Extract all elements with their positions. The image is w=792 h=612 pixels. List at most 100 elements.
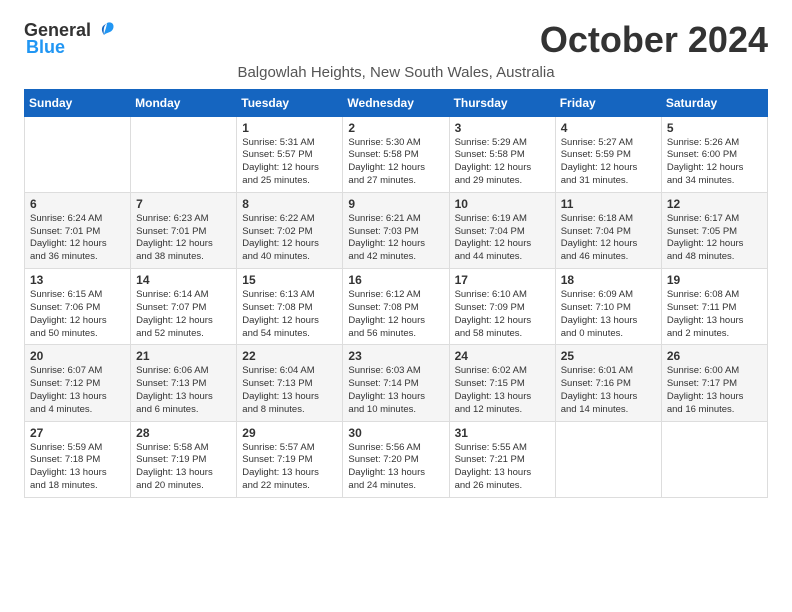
day-number: 15 bbox=[242, 273, 337, 287]
day-info: Sunrise: 5:29 AM Sunset: 5:58 PM Dayligh… bbox=[455, 137, 550, 188]
calendar-cell: 1Sunrise: 5:31 AM Sunset: 5:57 PM Daylig… bbox=[237, 116, 343, 192]
day-number: 10 bbox=[455, 197, 550, 211]
day-number: 25 bbox=[561, 349, 656, 363]
logo: General Blue bbox=[24, 20, 115, 58]
day-number: 2 bbox=[348, 121, 443, 135]
day-info: Sunrise: 6:04 AM Sunset: 7:13 PM Dayligh… bbox=[242, 365, 337, 416]
day-number: 14 bbox=[136, 273, 231, 287]
day-number: 11 bbox=[561, 197, 656, 211]
logo-bird-icon bbox=[93, 19, 115, 41]
day-info: Sunrise: 5:27 AM Sunset: 5:59 PM Dayligh… bbox=[561, 137, 656, 188]
day-number: 22 bbox=[242, 349, 337, 363]
calendar-cell: 21 Sunrise: 6:06 AM Sunset: 7:13 PM Dayli… bbox=[131, 345, 237, 421]
day-info: Sunrise: 6:10 AM Sunset: 7:09 PM Dayligh… bbox=[455, 289, 550, 340]
day-number: 16 bbox=[348, 273, 443, 287]
day-number: 17 bbox=[455, 273, 550, 287]
calendar-cell: 7Sunrise: 6:23 AM Sunset: 7:01 PM Daylig… bbox=[131, 192, 237, 268]
day-info: Sunrise: 6:07 AM Sunset: 7:12 PM Dayligh… bbox=[30, 365, 125, 416]
weekday-header-tuesday: Tuesday bbox=[237, 89, 343, 116]
day-info: Sunrise: 6:15 AM Sunset: 7:06 PM Dayligh… bbox=[30, 289, 125, 340]
day-number: 8 bbox=[242, 197, 337, 211]
calendar-cell: 26 Sunrise: 6:00 AM Sunset: 7:17 PM Dayli… bbox=[661, 345, 767, 421]
day-number: 4 bbox=[561, 121, 656, 135]
month-title: October 2024 bbox=[540, 20, 768, 60]
day-info: Sunrise: 5:31 AM Sunset: 5:57 PM Dayligh… bbox=[242, 137, 337, 188]
day-number: 19 bbox=[667, 273, 762, 287]
day-number: 12 bbox=[667, 197, 762, 211]
calendar-cell: 13 Sunrise: 6:15 AM Sunset: 7:06 PM Dayli… bbox=[25, 269, 131, 345]
day-number: 5 bbox=[667, 121, 762, 135]
day-info: Sunrise: 5:59 AM Sunset: 7:18 PM Dayligh… bbox=[30, 442, 125, 493]
logo-blue: Blue bbox=[26, 37, 65, 58]
calendar-cell: 10 Sunrise: 6:19 AM Sunset: 7:04 PM Dayli… bbox=[449, 192, 555, 268]
day-info: Sunrise: 5:56 AM Sunset: 7:20 PM Dayligh… bbox=[348, 442, 443, 493]
day-info: Sunrise: 6:21 AM Sunset: 7:03 PM Dayligh… bbox=[348, 213, 443, 264]
calendar-cell: 28Sunrise: 5:58 AM Sunset: 7:19 PM Dayli… bbox=[131, 421, 237, 497]
calendar-cell: 27Sunrise: 5:59 AM Sunset: 7:18 PM Dayli… bbox=[25, 421, 131, 497]
calendar-cell: 18 Sunrise: 6:09 AM Sunset: 7:10 PM Dayli… bbox=[555, 269, 661, 345]
day-number: 21 bbox=[136, 349, 231, 363]
day-info: Sunrise: 5:58 AM Sunset: 7:19 PM Dayligh… bbox=[136, 442, 231, 493]
weekday-header-monday: Monday bbox=[131, 89, 237, 116]
day-info: Sunrise: 6:22 AM Sunset: 7:02 PM Dayligh… bbox=[242, 213, 337, 264]
calendar-cell: 14 Sunrise: 6:14 AM Sunset: 7:07 PM Dayli… bbox=[131, 269, 237, 345]
calendar-cell: 12 Sunrise: 6:17 AM Sunset: 7:05 PM Dayli… bbox=[661, 192, 767, 268]
weekday-header-thursday: Thursday bbox=[449, 89, 555, 116]
calendar-cell: 11 Sunrise: 6:18 AM Sunset: 7:04 PM Dayli… bbox=[555, 192, 661, 268]
day-number: 18 bbox=[561, 273, 656, 287]
day-info: Sunrise: 5:26 AM Sunset: 6:00 PM Dayligh… bbox=[667, 137, 762, 188]
weekday-header-friday: Friday bbox=[555, 89, 661, 116]
calendar-cell: 19Sunrise: 6:08 AM Sunset: 7:11 PM Dayli… bbox=[661, 269, 767, 345]
day-info: Sunrise: 5:30 AM Sunset: 5:58 PM Dayligh… bbox=[348, 137, 443, 188]
calendar: SundayMondayTuesdayWednesdayThursdayFrid… bbox=[24, 89, 768, 498]
calendar-cell: 29Sunrise: 5:57 AM Sunset: 7:19 PM Dayli… bbox=[237, 421, 343, 497]
week-row-1: 1Sunrise: 5:31 AM Sunset: 5:57 PM Daylig… bbox=[25, 116, 768, 192]
location-title: Balgowlah Heights, New South Wales, Aust… bbox=[24, 64, 768, 81]
calendar-cell: 31 Sunrise: 5:55 AM Sunset: 7:21 PM Dayli… bbox=[449, 421, 555, 497]
day-number: 13 bbox=[30, 273, 125, 287]
calendar-cell: 30Sunrise: 5:56 AM Sunset: 7:20 PM Dayli… bbox=[343, 421, 449, 497]
header: General Blue October 2024 bbox=[24, 20, 768, 60]
day-info: Sunrise: 6:12 AM Sunset: 7:08 PM Dayligh… bbox=[348, 289, 443, 340]
calendar-cell: 17 Sunrise: 6:10 AM Sunset: 7:09 PM Dayli… bbox=[449, 269, 555, 345]
day-info: Sunrise: 6:24 AM Sunset: 7:01 PM Dayligh… bbox=[30, 213, 125, 264]
calendar-cell: 15Sunrise: 6:13 AM Sunset: 7:08 PM Dayli… bbox=[237, 269, 343, 345]
calendar-cell: 23 Sunrise: 6:03 AM Sunset: 7:14 PM Dayli… bbox=[343, 345, 449, 421]
calendar-cell: 6Sunrise: 6:24 AM Sunset: 7:01 PM Daylig… bbox=[25, 192, 131, 268]
day-info: Sunrise: 6:19 AM Sunset: 7:04 PM Dayligh… bbox=[455, 213, 550, 264]
calendar-cell: 16 Sunrise: 6:12 AM Sunset: 7:08 PM Dayli… bbox=[343, 269, 449, 345]
calendar-cell: 20 Sunrise: 6:07 AM Sunset: 7:12 PM Dayli… bbox=[25, 345, 131, 421]
day-info: Sunrise: 6:09 AM Sunset: 7:10 PM Dayligh… bbox=[561, 289, 656, 340]
day-info: Sunrise: 6:17 AM Sunset: 7:05 PM Dayligh… bbox=[667, 213, 762, 264]
calendar-cell: 22 Sunrise: 6:04 AM Sunset: 7:13 PM Dayli… bbox=[237, 345, 343, 421]
day-info: Sunrise: 6:01 AM Sunset: 7:16 PM Dayligh… bbox=[561, 365, 656, 416]
day-number: 24 bbox=[455, 349, 550, 363]
day-number: 26 bbox=[667, 349, 762, 363]
day-info: Sunrise: 5:55 AM Sunset: 7:21 PM Dayligh… bbox=[455, 442, 550, 493]
calendar-cell: 5 Sunrise: 5:26 AM Sunset: 6:00 PM Daylig… bbox=[661, 116, 767, 192]
calendar-cell: 24 Sunrise: 6:02 AM Sunset: 7:15 PM Dayli… bbox=[449, 345, 555, 421]
calendar-cell: 3 Sunrise: 5:29 AM Sunset: 5:58 PM Daylig… bbox=[449, 116, 555, 192]
calendar-cell bbox=[661, 421, 767, 497]
day-info: Sunrise: 6:00 AM Sunset: 7:17 PM Dayligh… bbox=[667, 365, 762, 416]
day-info: Sunrise: 6:06 AM Sunset: 7:13 PM Dayligh… bbox=[136, 365, 231, 416]
day-info: Sunrise: 6:18 AM Sunset: 7:04 PM Dayligh… bbox=[561, 213, 656, 264]
calendar-cell: 9 Sunrise: 6:21 AM Sunset: 7:03 PM Daylig… bbox=[343, 192, 449, 268]
day-number: 31 bbox=[455, 426, 550, 440]
day-number: 9 bbox=[348, 197, 443, 211]
day-info: Sunrise: 6:14 AM Sunset: 7:07 PM Dayligh… bbox=[136, 289, 231, 340]
week-row-5: 27Sunrise: 5:59 AM Sunset: 7:18 PM Dayli… bbox=[25, 421, 768, 497]
day-number: 20 bbox=[30, 349, 125, 363]
weekday-header-row: SundayMondayTuesdayWednesdayThursdayFrid… bbox=[25, 89, 768, 116]
weekday-header-sunday: Sunday bbox=[25, 89, 131, 116]
day-info: Sunrise: 5:57 AM Sunset: 7:19 PM Dayligh… bbox=[242, 442, 337, 493]
calendar-cell: 2 Sunrise: 5:30 AM Sunset: 5:58 PM Daylig… bbox=[343, 116, 449, 192]
day-number: 7 bbox=[136, 197, 231, 211]
weekday-header-wednesday: Wednesday bbox=[343, 89, 449, 116]
day-number: 23 bbox=[348, 349, 443, 363]
calendar-cell bbox=[131, 116, 237, 192]
calendar-cell bbox=[25, 116, 131, 192]
day-info: Sunrise: 6:02 AM Sunset: 7:15 PM Dayligh… bbox=[455, 365, 550, 416]
day-info: Sunrise: 6:03 AM Sunset: 7:14 PM Dayligh… bbox=[348, 365, 443, 416]
day-number: 3 bbox=[455, 121, 550, 135]
